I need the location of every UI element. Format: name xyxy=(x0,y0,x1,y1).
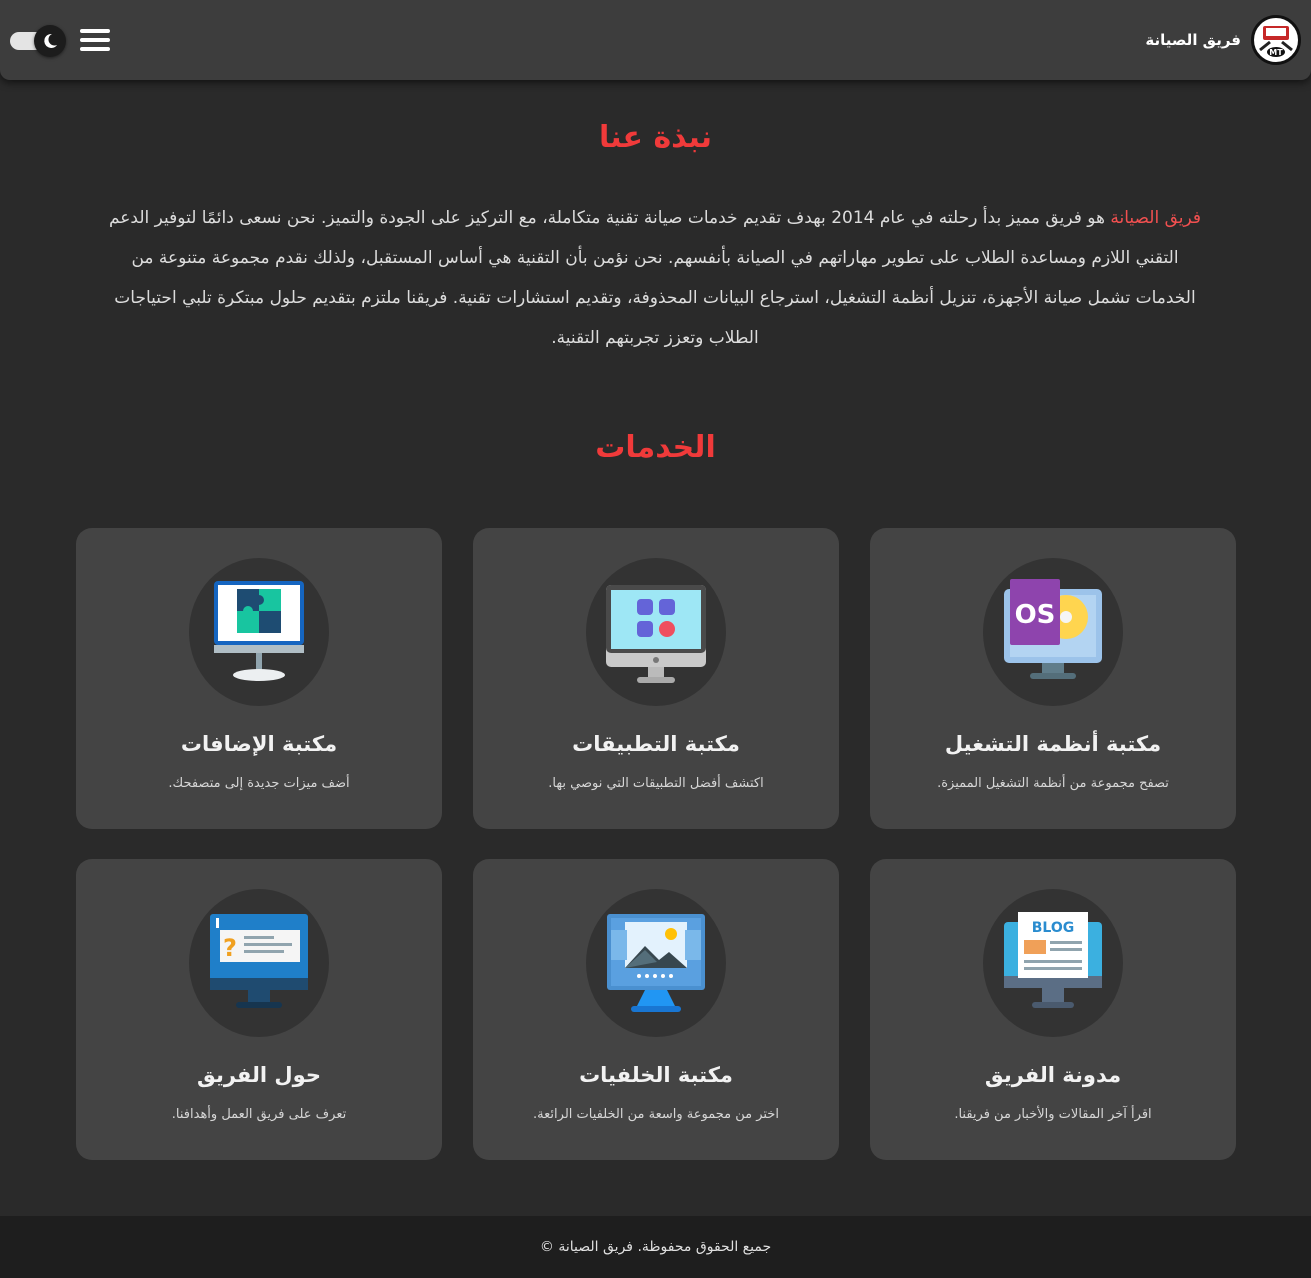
team-logo[interactable]: MT xyxy=(1251,15,1301,65)
hamburger-line xyxy=(80,38,110,42)
about-text: فريق الصيانة هو فريق مميز بدأ رحلته في ع… xyxy=(105,198,1205,358)
top-header: MT فريق الصيانة xyxy=(0,0,1311,80)
service-title: حول الفريق xyxy=(197,1063,321,1087)
service-desc: اختر من مجموعة واسعة من الخلفيات الرائعة… xyxy=(533,1107,779,1122)
logo-text: MT xyxy=(1269,48,1283,57)
icon-circle xyxy=(586,558,726,706)
apps-monitor-icon xyxy=(606,585,706,683)
service-desc: اكتشف أفضل التطبيقات التي نوصي بها. xyxy=(548,776,764,791)
service-card-blog[interactable]: BLOG مدونة الفريق اقرأ آخر المقالات والأ… xyxy=(870,859,1236,1160)
services-title: الخدمات xyxy=(595,430,716,465)
icon-circle: OS xyxy=(983,558,1123,706)
service-desc: أضف ميزات جديدة إلى متصفحك. xyxy=(168,776,350,791)
icon-circle xyxy=(189,558,329,706)
service-card-about[interactable]: ? حول الفريق تعرف على فريق العمل وأهدافن… xyxy=(76,859,442,1160)
service-title: مدونة الفريق xyxy=(984,1063,1122,1087)
icon-circle: BLOG xyxy=(983,889,1123,1037)
wallpaper-monitor-icon xyxy=(607,914,705,1012)
service-desc: اقرأ آخر المقالات والأخبار من فريقنا. xyxy=(954,1107,1152,1122)
brand[interactable]: MT فريق الصيانة xyxy=(1145,15,1301,65)
os-monitor-icon: OS xyxy=(1004,579,1102,679)
moon-icon xyxy=(44,33,57,48)
service-title: مكتبة التطبيقات xyxy=(572,732,740,756)
service-card-wallpapers[interactable]: مكتبة الخلفيات اختر من مجموعة واسعة من ا… xyxy=(473,859,839,1160)
puzzle-monitor-icon xyxy=(214,581,304,681)
hamburger-line xyxy=(80,47,110,51)
hamburger-icon[interactable] xyxy=(80,29,110,51)
footer-text: جميع الحقوق محفوظة. فريق الصيانة © xyxy=(539,1239,772,1255)
logo-emblem-icon: MT xyxy=(1255,19,1297,61)
service-card-apps[interactable]: مكتبة التطبيقات اكتشف أفضل التطبيقات الت… xyxy=(473,528,839,829)
icon-circle xyxy=(586,889,726,1037)
services-grid: OS مكتبة أنظمة التشغيل تصفح مجموعة من أن… xyxy=(76,528,1236,1160)
toggle-knob xyxy=(34,25,66,57)
footer: جميع الحقوق محفوظة. فريق الصيانة © xyxy=(0,1216,1311,1278)
header-controls xyxy=(10,25,110,57)
blog-monitor-icon: BLOG xyxy=(1004,912,1102,1008)
os-icon-text: OS xyxy=(1015,600,1056,630)
service-card-os[interactable]: OS مكتبة أنظمة التشغيل تصفح مجموعة من أن… xyxy=(870,528,1236,829)
service-desc: تعرف على فريق العمل وأهدافنا. xyxy=(171,1107,347,1122)
service-title: مكتبة أنظمة التشغيل xyxy=(944,732,1162,756)
about-icon-text: ? xyxy=(223,934,237,962)
hamburger-line xyxy=(80,29,110,33)
about-highlight: فريق الصيانة xyxy=(1110,208,1202,228)
service-title: مكتبة الخلفيات xyxy=(579,1063,733,1087)
brand-name[interactable]: فريق الصيانة xyxy=(1145,31,1241,49)
service-desc: تصفح مجموعة من أنظمة التشغيل المميزة. xyxy=(937,776,1169,791)
service-title: مكتبة الإضافات xyxy=(180,732,338,756)
blog-icon-text: BLOG xyxy=(1032,920,1075,936)
icon-circle: ? xyxy=(189,889,329,1037)
about-body: هو فريق مميز بدأ رحلته في عام 2014 بهدف … xyxy=(108,208,1196,348)
about-monitor-icon: ? xyxy=(210,914,308,1008)
service-card-extensions[interactable]: مكتبة الإضافات أضف ميزات جديدة إلى متصفح… xyxy=(76,528,442,829)
about-title: نبذة عنا xyxy=(599,120,712,155)
theme-toggle[interactable] xyxy=(10,25,66,57)
